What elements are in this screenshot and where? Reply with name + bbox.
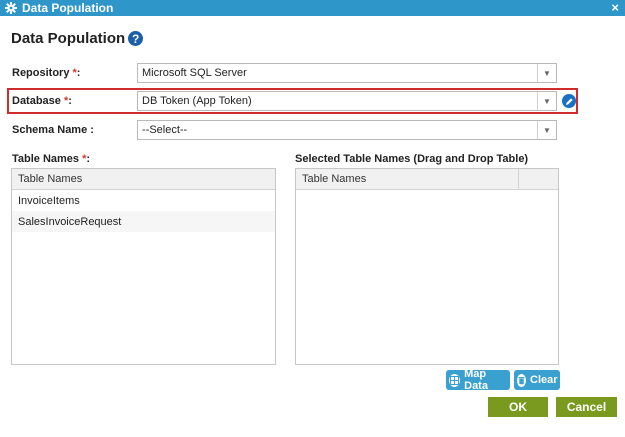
ok-button[interactable]: OK xyxy=(488,397,548,417)
table-names-header: Table Names xyxy=(12,169,275,190)
selected-table-names-label: Selected Table Names (Drag and Drop Tabl… xyxy=(295,153,529,165)
page-title: Data Population ? xyxy=(11,30,144,47)
cancel-button[interactable]: Cancel xyxy=(556,397,617,417)
selected-table-names-list[interactable]: Table Names xyxy=(295,168,559,365)
data-population-dialog: Data Population × Data Population ? Repo… xyxy=(0,0,625,437)
table-icon xyxy=(449,373,461,387)
gear-icon xyxy=(5,2,17,14)
repository-value: Microsoft SQL Server xyxy=(142,67,247,79)
chevron-down-icon[interactable]: ▼ xyxy=(537,64,556,82)
database-select[interactable]: DB Token (App Token) ▼ xyxy=(137,91,557,111)
schema-name-select[interactable]: --Select-- ▼ xyxy=(137,120,557,140)
column-divider xyxy=(518,169,519,189)
close-icon[interactable]: × xyxy=(611,0,619,16)
database-value: DB Token (App Token) xyxy=(142,95,252,107)
selected-table-names-header: Table Names xyxy=(296,169,558,190)
title-bar[interactable]: Data Population × xyxy=(0,0,625,16)
trash-icon xyxy=(517,373,526,387)
schema-name-label: Schema Name : xyxy=(12,124,94,136)
map-data-label: Map Data xyxy=(464,368,488,392)
dialog-title: Data Population xyxy=(22,1,114,15)
repository-select[interactable]: Microsoft SQL Server ▼ xyxy=(137,63,557,83)
table-names-list[interactable]: Table Names InvoiceItems SalesInvoiceReq… xyxy=(11,168,276,365)
map-data-button[interactable]: Map Data xyxy=(446,368,510,392)
clear-button[interactable]: Clear xyxy=(514,370,560,390)
clear-label: Clear xyxy=(530,374,558,386)
help-icon[interactable]: ? xyxy=(128,31,144,46)
table-names-label: Table Names *: xyxy=(12,153,91,165)
page-title-text: Data Population xyxy=(11,30,126,47)
database-label: Database *: xyxy=(12,95,72,107)
list-item[interactable]: SalesInvoiceRequest xyxy=(12,211,275,232)
pencil-icon[interactable] xyxy=(562,94,576,108)
list-item[interactable]: InvoiceItems xyxy=(12,190,275,211)
repository-label: Repository *: xyxy=(12,67,81,79)
chevron-down-icon[interactable]: ▼ xyxy=(537,121,556,139)
schema-name-value: --Select-- xyxy=(142,124,188,136)
chevron-down-icon[interactable]: ▼ xyxy=(537,92,556,110)
